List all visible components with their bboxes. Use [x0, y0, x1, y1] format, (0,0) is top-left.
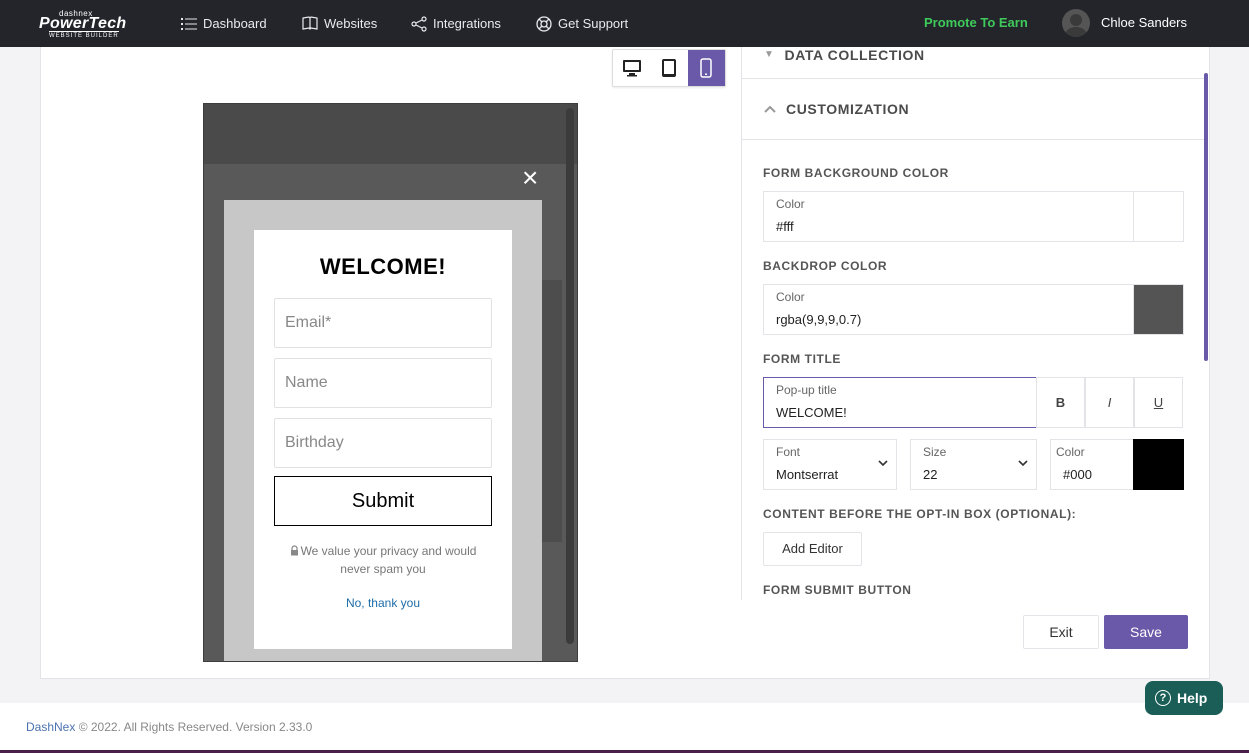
title-color-input[interactable]: Color #000 — [1050, 439, 1134, 490]
form-bg-color-swatch[interactable] — [1133, 191, 1184, 242]
copyright-text: © 2022. All Rights Reserved. Version 2.3… — [75, 720, 313, 734]
save-button[interactable]: Save — [1104, 615, 1188, 649]
add-editor-button[interactable]: Add Editor — [763, 532, 862, 566]
privacy-text: We value your privacy and would never sp… — [300, 544, 477, 576]
help-label: Help — [1177, 690, 1208, 706]
font-field-label: Font — [776, 445, 801, 459]
avatar-body — [1065, 27, 1087, 37]
lifebuoy-icon — [536, 15, 552, 32]
form-bg-color-field-label: Color — [776, 197, 805, 211]
tablet-icon — [661, 59, 676, 77]
name-field[interactable]: Name — [274, 358, 492, 408]
popup-title: WELCOME! — [319, 254, 447, 279]
question-icon: ? — [1155, 690, 1171, 706]
popup-title-field-label: Pop-up title — [776, 383, 837, 397]
brand-logo[interactable]: dashnex PowerTech WEBSITE BUILDER — [39, 9, 129, 39]
desktop-view-button[interactable] — [613, 50, 650, 86]
size-field-label: Size — [923, 445, 947, 459]
avatar-head — [1070, 14, 1082, 26]
no-thanks-link[interactable]: No, thank you — [254, 596, 512, 610]
preview-scrollbar[interactable] — [566, 108, 574, 644]
nav-integrations[interactable]: Integrations — [411, 0, 501, 47]
form-title-label: FORM TITLE — [763, 352, 841, 366]
mobile-view-button[interactable] — [687, 50, 725, 86]
chevron-down-icon: ▼ — [764, 49, 775, 60]
avatar[interactable] — [1062, 9, 1090, 37]
backdrop-color-value: rgba(9,9,9,0.7) — [776, 312, 862, 327]
customization-title: CUSTOMIZATION — [786, 101, 910, 117]
lock-icon — [290, 545, 298, 556]
submit-button[interactable]: Submit — [274, 476, 492, 526]
data-collection-section[interactable]: ▼ DATA COLLECTION — [742, 47, 1208, 79]
desktop-icon — [622, 60, 641, 77]
close-icon[interactable]: × — [522, 162, 538, 194]
chevron-down-icon — [1018, 460, 1028, 467]
title-color-field-label: Color — [1056, 445, 1085, 459]
content-before-label: CONTENT BEFORE THE OPT-IN BOX (OPTIONAL)… — [763, 507, 1077, 521]
privacy-note: We value your privacy and would never sp… — [284, 542, 482, 578]
customization-section[interactable]: CUSTOMIZATION — [742, 79, 1208, 140]
dashnex-link[interactable]: DashNex — [26, 720, 75, 734]
nav-get-support-label: Get Support — [558, 16, 629, 31]
backdrop-color-input[interactable]: Color rgba(9,9,9,0.7) — [763, 284, 1134, 335]
email-field[interactable]: Email* — [274, 298, 492, 348]
title-color-swatch[interactable] — [1133, 439, 1184, 490]
popup-form: WELCOME! Email* Name Birthday Submit We … — [254, 230, 512, 649]
data-collection-title: DATA COLLECTION — [784, 47, 925, 63]
user-name[interactable]: Chloe Sanders — [1101, 15, 1187, 30]
size-value: 22 — [923, 467, 938, 482]
preview-header — [204, 104, 577, 164]
size-select[interactable]: Size 22 — [910, 439, 1037, 490]
mobile-icon — [700, 58, 713, 78]
nav-dashboard-label: Dashboard — [203, 16, 267, 31]
title-color-value: #000 — [1063, 467, 1092, 482]
chevron-down-icon — [878, 460, 888, 467]
italic-button[interactable]: I — [1085, 377, 1134, 428]
popup-title-input[interactable]: Pop-up title WELCOME! — [763, 377, 1037, 428]
top-nav: dashnex PowerTech WEBSITE BUILDER Dashbo… — [0, 0, 1249, 47]
list-icon — [181, 17, 197, 30]
nav-websites[interactable]: Websites — [302, 0, 377, 47]
form-submit-button-label: FORM SUBMIT BUTTON — [763, 583, 912, 597]
settings-panel: ▼ DATA COLLECTION CUSTOMIZATION FORM BAC… — [741, 47, 1209, 600]
help-button[interactable]: ? Help — [1145, 681, 1223, 715]
chevron-up-icon — [764, 105, 776, 113]
brand-tagline: WEBSITE BUILDER — [49, 31, 119, 39]
birthday-field[interactable]: Birthday — [274, 418, 492, 468]
nav-dashboard[interactable]: Dashboard — [181, 0, 267, 47]
device-toggle — [612, 49, 726, 87]
mobile-preview: × WELCOME! Email* Name Birthday Submit W… — [203, 103, 578, 662]
exit-button[interactable]: Exit — [1023, 615, 1099, 649]
bold-button[interactable]: B — [1036, 377, 1085, 428]
footer: DashNex © 2022. All Rights Reserved. Ver… — [0, 703, 1249, 750]
book-icon — [302, 16, 318, 30]
form-bg-color-label: FORM BACKGROUND COLOR — [763, 166, 949, 180]
backdrop-color-label: BACKDROP COLOR — [763, 259, 888, 273]
backdrop-color-field-label: Color — [776, 290, 805, 304]
copyright: DashNex © 2022. All Rights Reserved. Ver… — [26, 720, 312, 734]
nav-integrations-label: Integrations — [433, 16, 501, 31]
font-select[interactable]: Font Montserrat — [763, 439, 897, 490]
preview-backdrop-edge — [542, 280, 562, 542]
font-value: Montserrat — [776, 467, 839, 482]
tablet-view-button[interactable] — [650, 50, 687, 86]
nav-websites-label: Websites — [324, 16, 378, 31]
promote-to-earn-link[interactable]: Promote To Earn — [924, 15, 1028, 30]
popup-title-value: WELCOME! — [776, 405, 847, 420]
backdrop-color-swatch[interactable] — [1133, 284, 1184, 335]
nav-get-support[interactable]: Get Support — [536, 0, 628, 47]
underline-button[interactable]: U — [1134, 377, 1183, 428]
form-bg-color-value: #fff — [776, 219, 794, 234]
form-bg-color-input[interactable]: Color #fff — [763, 191, 1134, 242]
panel-scrollbar[interactable] — [1204, 73, 1208, 361]
share-icon — [411, 15, 427, 32]
